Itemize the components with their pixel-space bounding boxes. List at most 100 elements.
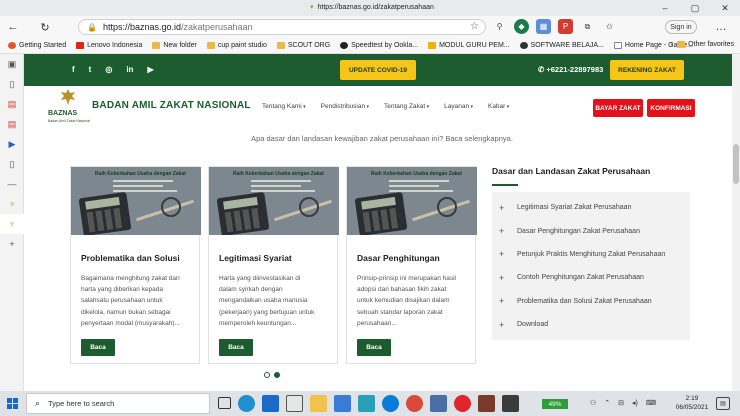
tab-pdf-icon[interactable]: ▤ <box>0 94 24 114</box>
konfirmasi-button[interactable]: KONFIRMASI <box>647 99 695 117</box>
aside-link[interactable]: + Download <box>492 313 690 336</box>
tab-page-icon[interactable]: ▯ <box>0 154 24 174</box>
volume-icon[interactable]: ◂) <box>632 399 638 407</box>
app-icon[interactable] <box>502 395 519 412</box>
maximize-button[interactable]: ▢ <box>680 0 710 16</box>
taskbar-clock[interactable]: 2:19 06/05/2021 <box>674 395 710 412</box>
carousel-dot[interactable] <box>264 372 270 378</box>
task-view-icon[interactable] <box>218 397 231 409</box>
grid-icon[interactable]: ▦ <box>536 19 551 34</box>
favorites-bar: Getting Started Lenovo Indonesia New fol… <box>0 38 740 54</box>
favorite-star-icon[interactable]: ☆ <box>470 21 479 32</box>
favorite-item[interactable]: SCOUT ORG <box>276 42 330 49</box>
instagram-icon[interactable]: ◎ <box>105 65 112 74</box>
plus-icon: + <box>499 272 505 283</box>
intro-text: Apa dasar dan landasan kewajiban zakat p… <box>251 134 513 143</box>
favorite-item[interactable]: MODUL GURU PEM... <box>428 42 510 49</box>
menu-pendistribusian[interactable]: Pendistribusian <box>321 103 369 110</box>
opera-icon[interactable] <box>454 395 471 412</box>
youtube-icon[interactable]: ▶ <box>147 65 153 74</box>
app-icon[interactable] <box>430 395 447 412</box>
menu-tentang-zakat[interactable]: Tentang Zakat <box>384 103 429 110</box>
new-tab-icon[interactable]: + <box>0 234 24 254</box>
scrollbar-thumb[interactable] <box>733 144 739 184</box>
network-icon[interactable]: ⊟ <box>618 399 624 407</box>
phone-number[interactable]: ✆ +6221-22897983 <box>538 65 603 74</box>
address-bar[interactable]: 🔒 https://baznas.go.id/zakatperusahaan ☆ <box>78 19 486 35</box>
skype-icon[interactable] <box>382 395 399 412</box>
tab-baznas-active-icon[interactable]: ♆ <box>0 214 24 234</box>
baca-button[interactable]: Baca <box>357 339 391 356</box>
site-topbar: f t ◎ in ▶ UPDATE COVID-19 ✆ +6221-22897… <box>24 54 740 86</box>
baznas-logo[interactable]: BAZNAS Badan Amil Zakat Nasional <box>46 88 90 124</box>
aside-link[interactable]: + Petunjuk Praktis Menghitung Zakat Perus… <box>492 243 690 266</box>
favorite-item[interactable]: SOFTWARE BELAJA... <box>519 42 604 49</box>
plus-icon: + <box>499 202 505 213</box>
aside-link[interactable]: + Legitimasi Syariat Zakat Perusahaan <box>492 196 690 219</box>
menu-tentang-kami[interactable]: Tentang Kami <box>262 103 306 110</box>
tab-play-icon[interactable]: ▶ <box>0 134 24 154</box>
card-image: Raih Keberkahan Usaha dengan Zakat <box>71 167 201 235</box>
article-card: Raih Keberkahan Usaha dengan Zakat Legit… <box>208 166 339 364</box>
browser-title-bar: ▾ https://baznas.go.id/zakatperusahaan –… <box>0 0 740 16</box>
mail-icon[interactable] <box>262 395 279 412</box>
tab-actions-icon[interactable]: ▣ <box>0 54 24 74</box>
window-title: ▾ https://baznas.go.id/zakatperusahaan <box>310 3 434 12</box>
baca-button[interactable]: Baca <box>81 339 115 356</box>
edge-icon[interactable] <box>238 395 255 412</box>
carousel-dot-active[interactable] <box>274 372 280 378</box>
close-window-button[interactable]: ✕ <box>710 0 740 16</box>
minimize-button[interactable]: – <box>650 0 680 16</box>
refresh-icon[interactable]: ↻ <box>36 18 54 36</box>
start-button[interactable] <box>0 391 24 416</box>
taskbar-search-box[interactable]: ⌕ Type here to search <box>26 393 210 414</box>
shield-icon[interactable]: ◆ <box>514 19 529 34</box>
clock-time: 2:19 <box>685 395 699 402</box>
baca-button[interactable]: Baca <box>219 339 253 356</box>
page-icon <box>613 42 622 49</box>
tab-icon[interactable]: ⧉ <box>580 19 595 34</box>
file-explorer-icon[interactable] <box>310 395 327 412</box>
page-scrollbar[interactable] <box>732 54 740 391</box>
tab-baznas-icon[interactable]: ♆ <box>0 194 24 214</box>
star-collection-icon[interactable]: ✩ <box>602 19 617 34</box>
menu-kabar[interactable]: Kabar <box>488 103 509 110</box>
chevron-up-icon[interactable]: ⌃ <box>604 399 610 407</box>
favorite-item[interactable]: New folder <box>152 42 197 49</box>
back-icon[interactable]: ← <box>4 18 22 36</box>
app-icon[interactable] <box>478 395 495 412</box>
twitter-icon[interactable]: t <box>89 65 92 74</box>
bayar-zakat-button[interactable]: BAYAR ZAKAT <box>593 99 643 117</box>
store-icon[interactable] <box>334 395 351 412</box>
card-title: Dasar Penghitungan <box>357 253 440 263</box>
favorite-item[interactable]: Getting Started <box>8 42 66 49</box>
favorite-item[interactable]: Speedtest by Ookla... <box>340 42 418 49</box>
rekening-zakat-button[interactable]: REKENING ZAKAT <box>610 60 684 80</box>
other-favorites[interactable]: › Other favorites <box>671 41 734 48</box>
aside-link[interactable]: + Dasar Penghitungan Zakat Perusahaan <box>492 219 690 242</box>
aside-link[interactable]: + Problematika dan Solusi Zakat Perusahaa… <box>492 290 690 313</box>
pdf-icon[interactable]: P <box>558 19 573 34</box>
menu-layanan[interactable]: Layanan <box>444 103 473 110</box>
folder-icon <box>677 41 686 48</box>
baznas-favicon: ▾ <box>310 4 314 11</box>
favorite-icon <box>340 42 349 49</box>
facebook-icon[interactable]: f <box>72 65 75 74</box>
favorite-item[interactable]: Lenovo Indonesia <box>76 42 142 49</box>
more-menu-icon[interactable]: … <box>712 18 730 36</box>
notification-icon[interactable]: ▤ <box>716 397 730 410</box>
favorite-item[interactable]: cup paint studio <box>206 42 267 49</box>
puzzle-icon[interactable]: ⚲ <box>492 19 507 34</box>
linkedin-icon[interactable]: in <box>126 65 133 74</box>
people-icon[interactable]: ⚇ <box>590 399 596 407</box>
tab-pdf-icon[interactable]: ▤ <box>0 114 24 134</box>
tab-page-icon[interactable]: ▯ <box>0 74 24 94</box>
sign-in-button[interactable]: Sign in <box>665 20 697 34</box>
calendar-icon[interactable] <box>286 395 303 412</box>
update-covid-button[interactable]: UPDATE COVID-19 <box>340 60 416 80</box>
l-app-icon[interactable] <box>358 395 375 412</box>
keyboard-icon[interactable]: ⌨ <box>646 399 656 407</box>
battery-indicator[interactable]: 49% <box>542 399 568 409</box>
chrome-icon[interactable] <box>406 395 423 412</box>
aside-link[interactable]: + Contoh Penghitungan Zakat Perusahaan <box>492 266 690 289</box>
